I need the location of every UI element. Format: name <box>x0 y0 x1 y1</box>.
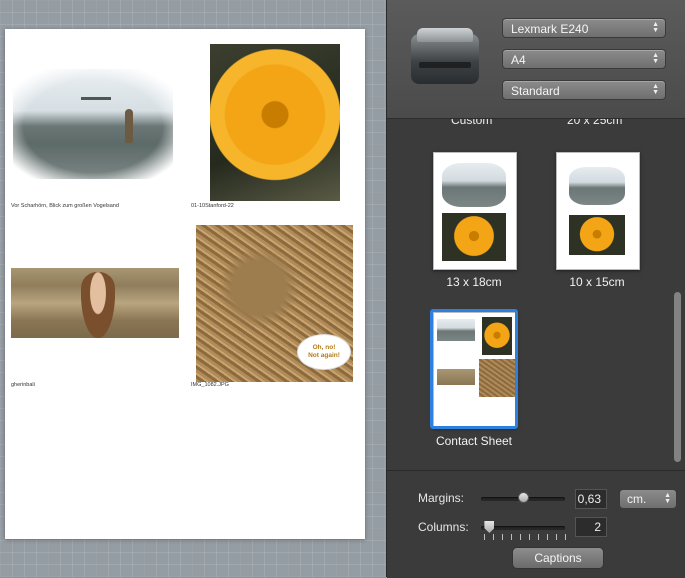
layout-controls: Margins: 0,63 cm. ▲ ▼ Columns: 2 Captions <box>387 470 685 578</box>
speech-bubble-text: Oh, no! Not again! <box>308 344 340 359</box>
thumb-beach <box>442 163 506 207</box>
printer-popup[interactable]: Lexmark E240 ▲ ▼ <box>502 18 666 38</box>
print-settings-panel: Lexmark E240 ▲ ▼ A4 ▲ ▼ Standard ▲ ▼ Custom… <box>386 0 685 578</box>
updown-arrows-icon: ▲ ▼ <box>664 492 671 505</box>
unit-popup-value: cm. <box>627 492 647 506</box>
person-shape <box>125 109 133 143</box>
margins-field[interactable]: 0,63 <box>575 489 607 509</box>
caption-monkeys: IMG_1082.JPG <box>191 382 229 388</box>
updown-arrows-icon: ▲ ▼ <box>652 83 659 96</box>
thumb-flower <box>569 215 625 255</box>
thumb-beach <box>569 167 625 205</box>
printer-header: Lexmark E240 ▲ ▼ A4 ▲ ▼ Standard ▲ ▼ <box>387 0 685 119</box>
layout-scrollbar[interactable] <box>674 132 681 470</box>
layout-label-custom: Custom <box>451 119 493 127</box>
columns-label: Columns: <box>418 520 469 534</box>
updown-arrows-icon: ▲ ▼ <box>652 52 659 65</box>
printer-icon <box>409 24 481 88</box>
printer-popup-value: Lexmark E240 <box>511 22 589 36</box>
layout-label-13x18: 13 x 18cm <box>446 275 502 289</box>
print-quality-value: Standard <box>511 84 560 98</box>
paper-size-popup[interactable]: A4 ▲ ▼ <box>502 49 666 69</box>
caption-woman: gherinbali <box>11 382 35 388</box>
caption-beach: Vor Scharhörn, Blick zum großen Vogelsan… <box>11 203 119 209</box>
layout-thumb-13x18[interactable] <box>433 152 517 270</box>
thumb-flower <box>442 213 506 261</box>
print-preview-area: Vor Scharhörn, Blick zum großen Vogelsan… <box>0 0 386 577</box>
margins-label: Margins: <box>418 491 465 505</box>
margins-slider-knob[interactable] <box>518 492 529 503</box>
photo-flower[interactable] <box>210 44 340 201</box>
portrait-shape <box>81 272 115 338</box>
preview-page: Vor Scharhörn, Blick zum großen Vogelsan… <box>5 29 365 539</box>
paper-size-value: A4 <box>511 53 526 67</box>
layout-list[interactable]: Custom 20 x 25cm 13 x 18cm 10 x 15cm Con… <box>387 119 672 469</box>
selection-highlight <box>430 309 518 429</box>
scrollbar-thumb[interactable] <box>674 292 681 462</box>
columns-slider-knob[interactable] <box>484 521 495 533</box>
layout-label-contact-sheet: Contact Sheet <box>435 434 513 448</box>
captions-button[interactable]: Captions <box>512 547 604 569</box>
layout-label-10x15: 10 x 15cm <box>569 275 625 289</box>
print-quality-popup[interactable]: Standard ▲ ▼ <box>502 80 666 100</box>
columns-field[interactable]: 2 <box>575 517 607 537</box>
columns-slider-ticks <box>484 534 566 540</box>
layout-thumb-10x15[interactable] <box>556 152 640 270</box>
photo-woman[interactable] <box>11 268 179 338</box>
photo-beach[interactable] <box>13 69 173 179</box>
speech-bubble: Oh, no! Not again! <box>298 335 350 369</box>
caption-flower: 01-10Stanford-22 <box>191 203 234 209</box>
unit-popup[interactable]: cm. ▲ ▼ <box>619 489 677 509</box>
updown-arrows-icon: ▲ ▼ <box>652 21 659 34</box>
photo-monkeys[interactable]: Oh, no! Not again! <box>196 225 353 382</box>
layout-label-20x25: 20 x 25cm <box>567 119 623 127</box>
ship-shape <box>81 97 111 100</box>
